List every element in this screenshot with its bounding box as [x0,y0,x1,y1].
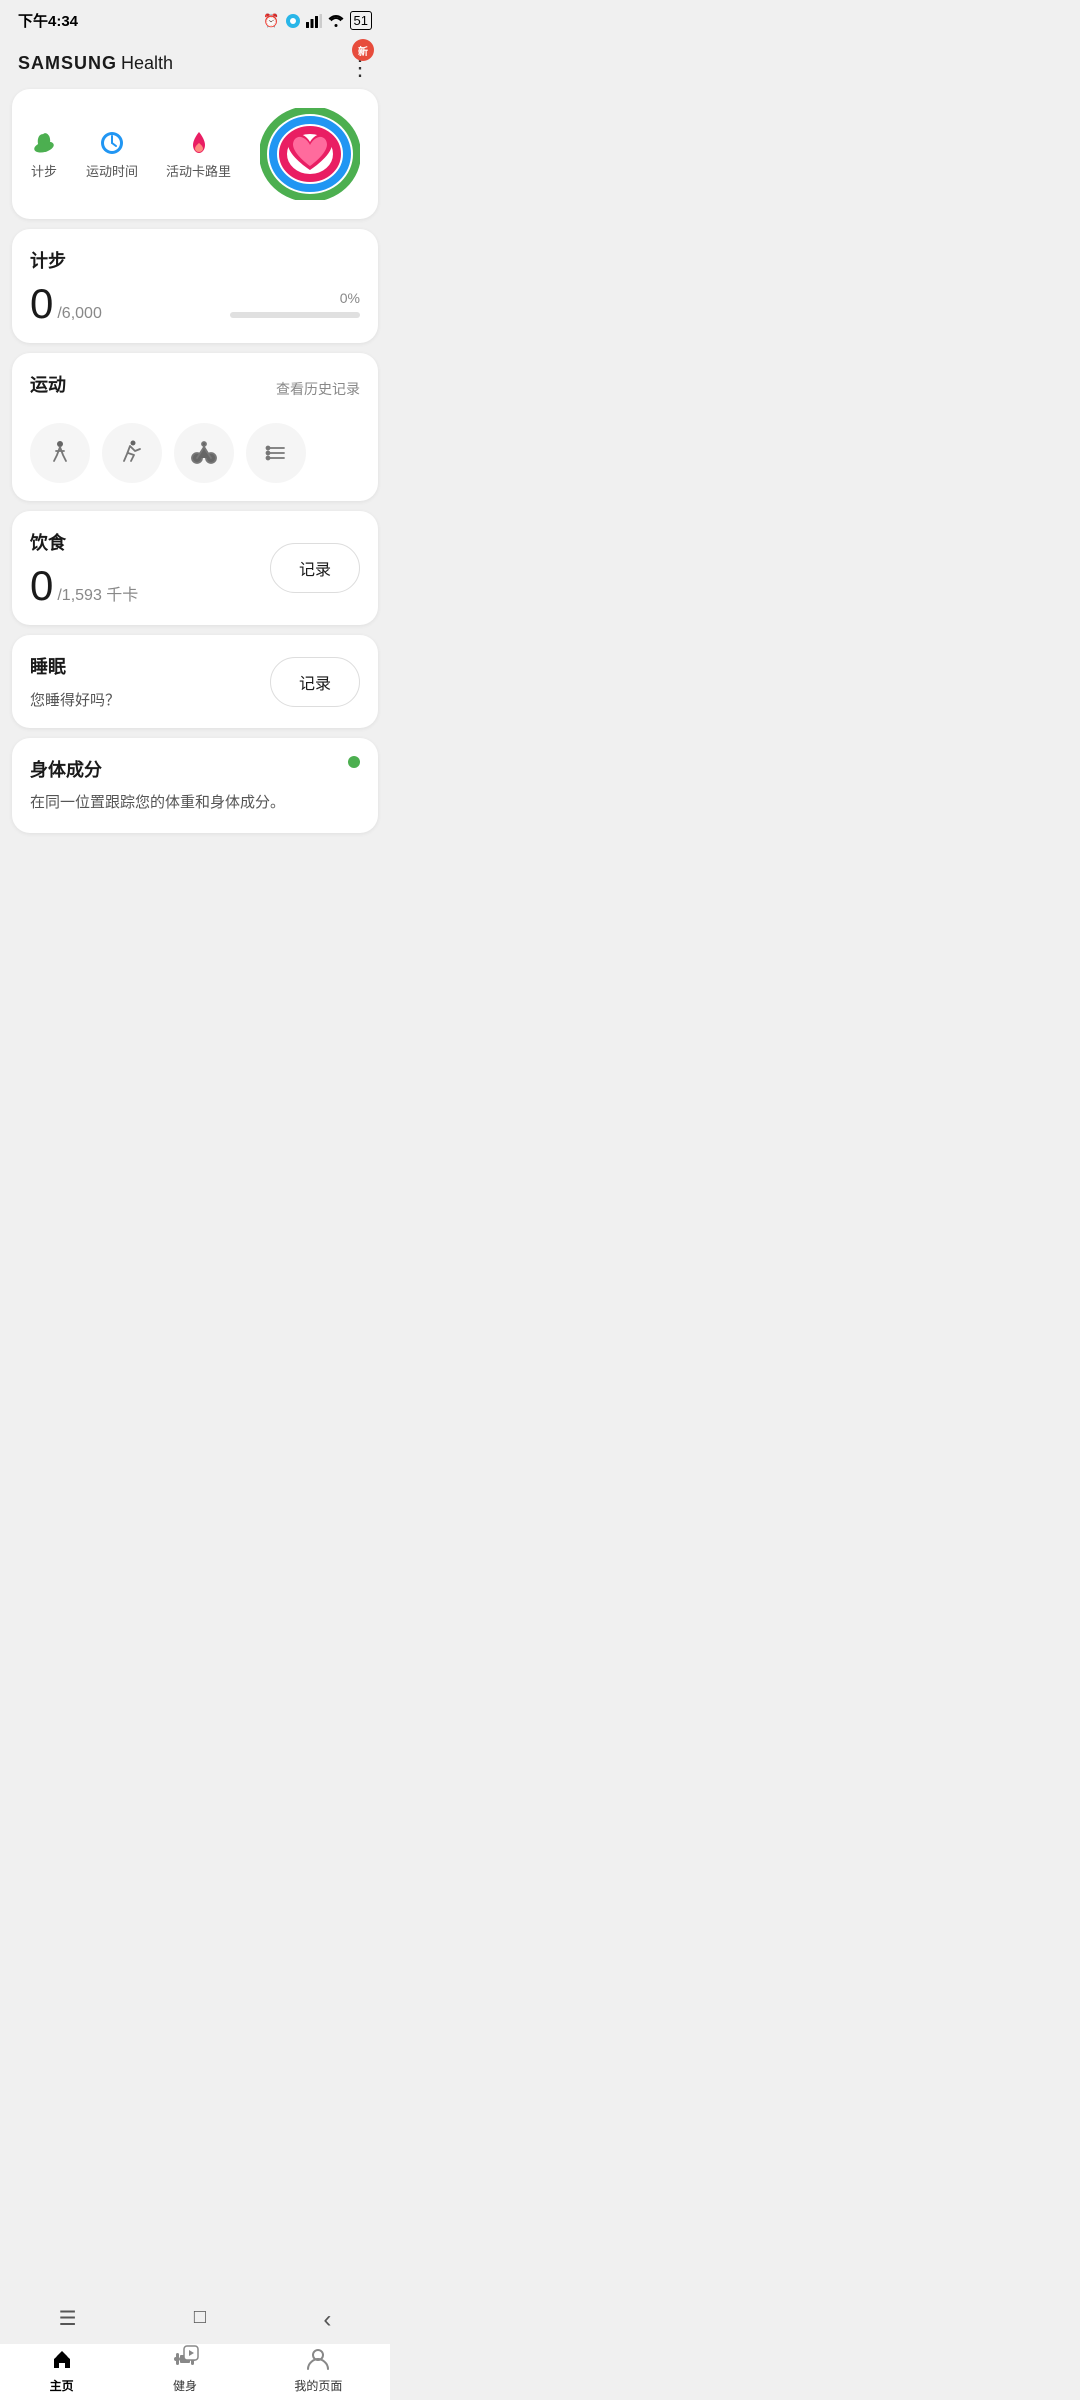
exercise-time-icon [98,129,126,157]
diet-card-title: 饮食 [30,529,138,555]
exercise-card-title: 运动 [30,371,66,397]
sleep-card-title: 睡眠 [30,653,120,679]
profile-icon [304,2345,332,2373]
steps-metric[interactable]: 计步 [30,129,58,180]
sleep-record-button[interactable]: 记录 [270,657,360,707]
sys-back-icon[interactable]: ‹ [323,2306,331,2334]
app-header: SAMSUNG Health 新 ⋮ [0,37,390,89]
wifi-icon [328,15,344,27]
steps-card[interactable]: 计步 0 /6,000 0% [12,229,378,343]
history-link[interactable]: 查看历史记录 [276,379,360,399]
exercise-card: 运动 查看历史记录 [12,353,378,501]
diet-info: 饮食 0 /1,593 千卡 [30,529,138,607]
cycle-button[interactable] [174,423,234,483]
nav-profile[interactable]: 我的页面 [294,2345,342,2394]
calories-label: 活动卡路里 [166,161,231,180]
nav-profile-label: 我的页面 [294,2377,342,2394]
calories-metric[interactable]: 活动卡路里 [166,129,231,180]
sleep-info: 睡眠 您睡得好吗？ [30,653,120,710]
activity-metrics: 计步 运动时间 [30,129,231,180]
battery-icon: 51 [350,11,372,30]
notification-icon [286,14,300,28]
body-comp-title: 身体成分 [30,756,360,782]
main-content: 计步 运动时间 [0,89,390,913]
sleep-subtitle: 您睡得好吗？ [30,689,120,710]
samsung-text: SAMSUNG [18,53,117,74]
exercise-time-label: 运动时间 [86,161,138,180]
exercise-header: 运动 查看历史记录 [30,371,360,407]
diet-value: 0 /1,593 千卡 [30,565,138,607]
status-time: 下午4:34 [18,10,78,31]
nav-fitness-label: 健身 [173,2377,197,2394]
diet-goal: /1,593 千卡 [57,581,138,605]
steps-card-title: 计步 [30,247,360,273]
diet-card: 饮食 0 /1,593 千卡 记录 [12,511,378,625]
steps-progress-section: 0% [230,290,360,318]
nav-home-label: 主页 [50,2377,74,2394]
steps-goal: /6,000 [57,305,101,323]
more-exercise-button[interactable] [246,423,306,483]
body-comp-card[interactable]: 身体成分 在同一位置跟踪您的体重和身体成分。 [12,738,378,833]
alarm-icon: ⏰ [263,13,279,29]
nav-home[interactable]: 主页 [48,2345,76,2394]
diet-record-button[interactable]: 记录 [270,543,360,593]
steps-label: 计步 [31,161,57,180]
system-nav: ☰ □ ‹ [0,2296,390,2344]
sleep-card-row: 睡眠 您睡得好吗？ 记录 [30,653,360,710]
nav-fitness[interactable]: 健身 [171,2345,199,2394]
activity-summary-card: 计步 运动时间 [12,89,378,219]
exercise-time-metric[interactable]: 运动时间 [86,129,138,180]
connected-indicator [348,756,360,768]
new-badge: 新 [352,39,374,61]
steps-row: 0 /6,000 0% [30,283,360,325]
app-logo: SAMSUNG Health [18,53,173,74]
calories-icon [185,129,213,157]
body-comp-description: 在同一位置跟踪您的体重和身体成分。 [30,792,360,815]
steps-icon [30,129,58,157]
steps-current: 0 [30,283,53,325]
sys-home-icon[interactable]: □ [194,2306,206,2334]
health-text: Health [121,53,173,74]
steps-value: 0 /6,000 [30,283,102,325]
status-icons: ⏰ 51 [263,11,372,30]
steps-percent: 0% [230,290,360,306]
signal-icon [306,14,322,28]
exercise-icons [30,423,360,483]
diet-current: 0 [30,565,53,607]
walk-button[interactable] [30,423,90,483]
fitness-icon [171,2345,199,2373]
diet-card-row: 饮食 0 /1,593 千卡 记录 [30,529,360,607]
heart-ring-visual [260,109,360,199]
sleep-card: 睡眠 您睡得好吗？ 记录 [12,635,378,728]
header-actions: 新 ⋮ [349,47,372,79]
run-button[interactable] [102,423,162,483]
home-icon [48,2345,76,2373]
steps-progress-bar [230,312,360,318]
status-bar: 下午4:34 ⏰ 51 [0,0,390,37]
sys-menu-icon[interactable]: ☰ [59,2306,77,2334]
